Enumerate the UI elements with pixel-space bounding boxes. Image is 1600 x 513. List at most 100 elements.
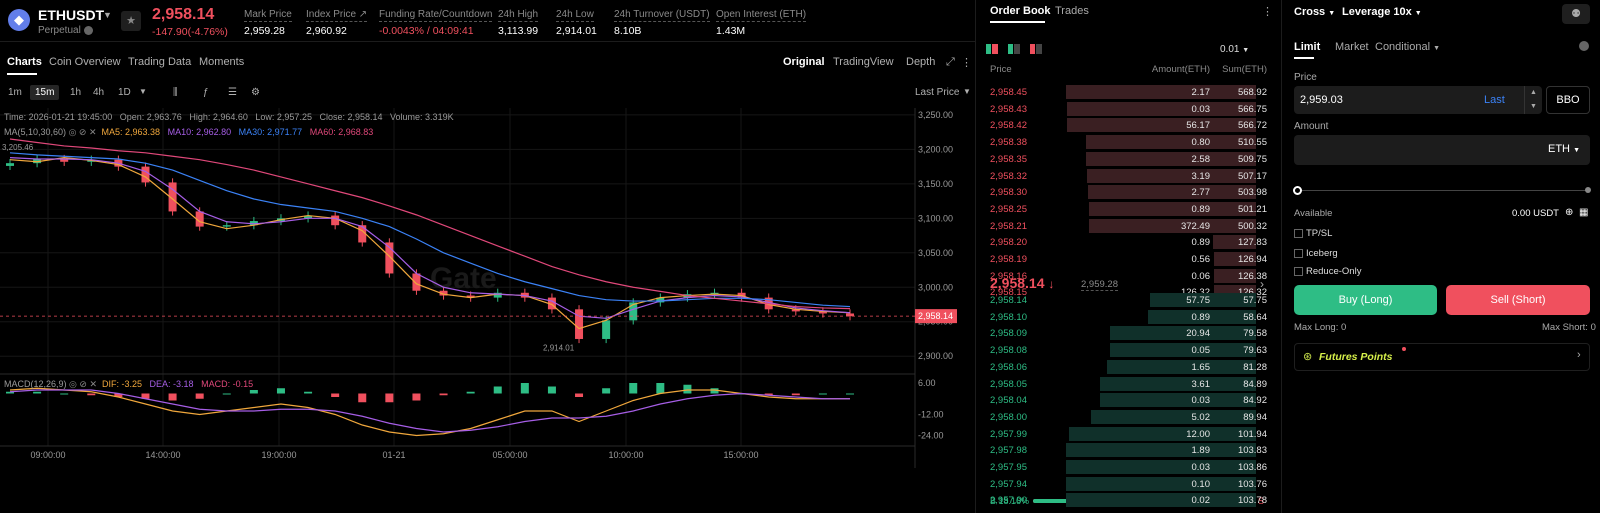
macd-histogram-bar: [629, 383, 638, 394]
transfer-plus-icon[interactable]: ⊕: [1565, 207, 1573, 218]
interval-1h[interactable]: 1h: [65, 85, 86, 100]
row-amount: 0.80: [1191, 137, 1211, 149]
ma-legend: MA(5,10,30,60) ◎ ⊘ ✕ MA5: 2,963.38 MA10:…: [4, 127, 374, 137]
orderbook-row[interactable]: 2,958.16 0.06 126.38: [990, 268, 1267, 284]
interval-1m[interactable]: 1m: [3, 85, 27, 100]
orderbook-row[interactable]: 2,957.90 0.02 103.78: [990, 492, 1267, 508]
precision-select[interactable]: 0.01 ▼: [1220, 44, 1249, 55]
tab-original[interactable]: Original: [783, 56, 825, 68]
orderbook-row[interactable]: 2,958.43 0.03 566.75: [990, 101, 1267, 117]
orderbook-row[interactable]: 2,958.30 2.77 503.98: [990, 184, 1267, 200]
row-amount: 1.89: [1191, 445, 1211, 457]
orderbook-row[interactable]: 2,958.38 0.80 510.55: [990, 134, 1267, 150]
futures-points-banner[interactable]: ⊛ Futures Points ›: [1294, 343, 1590, 371]
expand-icon[interactable]: ⤢: [946, 56, 955, 69]
orderbook-row[interactable]: 2,958.04 0.03 84.92: [990, 392, 1267, 408]
sell-short-button[interactable]: Sell (Short): [1446, 285, 1590, 315]
orderbook-row[interactable]: 2,958.25 0.89 501.21: [990, 201, 1267, 217]
orderbook-row[interactable]: 2,958.06 1.65 81.28: [990, 359, 1267, 375]
more-icon[interactable]: ⋮: [961, 56, 972, 69]
slider-end-dot[interactable]: [1585, 187, 1591, 193]
price-input[interactable]: 2,959.03 Last ▲ ▼: [1294, 86, 1542, 114]
orderbook-row[interactable]: 2,958.35 2.58 509.75: [990, 151, 1267, 167]
macd-legend: MACD(12,26,9) ◎ ⊘ ✕ DIF: -3.25 DEA: -3.1…: [4, 379, 254, 389]
orderbook-row[interactable]: 2,958.05 3.61 84.89: [990, 376, 1267, 392]
orderbook-row[interactable]: 2,958.08 0.05 79.63: [990, 342, 1267, 358]
slider-handle[interactable]: [1293, 186, 1302, 195]
tab-coin-overview[interactable]: Coin Overview: [49, 56, 121, 68]
orderbook-row[interactable]: 2,958.42 56.17 566.72: [990, 117, 1267, 133]
tab-depth[interactable]: Depth: [906, 56, 935, 68]
tab-trading-data[interactable]: Trading Data: [128, 56, 191, 68]
orderbook-row[interactable]: 2,957.95 0.03 103.86: [990, 459, 1267, 475]
amount-input[interactable]: ETH ▼: [1294, 135, 1590, 165]
orderbook-row[interactable]: 2,958.21 372.49 500.32: [990, 218, 1267, 234]
last-price-select[interactable]: Last Price: [910, 85, 964, 100]
calculator-icon[interactable]: ▦: [1579, 207, 1588, 218]
stat-2[interactable]: Funding Rate/Countdown -0.0043% / 04:09:4…: [379, 8, 493, 37]
settings-icon[interactable]: ⚙: [246, 85, 265, 100]
interval-dropdown-icon[interactable]: ▼: [134, 85, 152, 98]
orderbook-row[interactable]: 2,958.45 2.17 568.92: [990, 84, 1267, 100]
iceberg-checkbox[interactable]: Iceberg: [1294, 248, 1338, 259]
orderbook-row[interactable]: 2,958.09 20.94 79.58: [990, 325, 1267, 341]
reduce-only-checkbox[interactable]: Reduce-Only: [1294, 266, 1361, 277]
price-type-dropdown-icon[interactable]: ▼: [958, 85, 976, 98]
tab-tradingview[interactable]: TradingView: [833, 56, 894, 68]
margin-mode-select[interactable]: Cross ▼: [1294, 6, 1335, 18]
amount-unit-select[interactable]: ETH ▼: [1548, 143, 1580, 155]
order-type-limit[interactable]: Limit: [1294, 41, 1320, 53]
price-label: Price: [1294, 72, 1317, 83]
favorite-star-icon[interactable]: ★: [121, 11, 141, 31]
amount-slider[interactable]: [1297, 190, 1590, 191]
tab-trades[interactable]: Trades: [1055, 5, 1089, 17]
asks-view-icon[interactable]: [1030, 44, 1042, 54]
tab-charts[interactable]: Charts: [7, 56, 42, 68]
buy-long-button[interactable]: Buy (Long): [1294, 285, 1437, 315]
orderbook-row[interactable]: 2,958.20 0.89 127.83: [990, 234, 1267, 250]
order-type-conditional[interactable]: Conditional ▼: [1375, 41, 1440, 53]
candlestick-chart[interactable]: 3,250.00 3,200.00 3,150.00 3,100.00 3,050.00…: [0, 108, 975, 508]
symbol-title[interactable]: ETHUSDT: [38, 7, 104, 23]
interval-4h[interactable]: 4h: [88, 85, 109, 100]
bbo-button[interactable]: BBO: [1546, 86, 1590, 114]
row-price: 2,957.90: [990, 495, 1027, 507]
price-up-icon[interactable]: ▲: [1524, 86, 1542, 100]
stat-label: Mark Price: [244, 9, 292, 22]
tab-order-book[interactable]: Order Book: [990, 5, 1051, 17]
stat-value: 2,959.28: [244, 25, 285, 37]
indicator-icon[interactable]: ƒ: [198, 85, 214, 100]
orderbook-row[interactable]: 2,957.94 0.10 103.76: [990, 476, 1267, 492]
orderbook-row[interactable]: 2,958.32 3.19 507.17: [990, 168, 1267, 184]
robot-icon[interactable]: ⚉: [1562, 4, 1590, 24]
interval-1d[interactable]: 1D: [113, 85, 136, 100]
price-down-icon[interactable]: ▼: [1524, 100, 1542, 114]
info-icon[interactable]: [83, 25, 93, 35]
orderbook-row[interactable]: 2,957.99 12.00 101.94: [990, 426, 1267, 442]
symbol-dropdown-icon[interactable]: ▼: [103, 10, 112, 20]
stat-1[interactable]: Index Price ↗ 2,960.92: [306, 8, 368, 37]
orderbook-row[interactable]: 2,958.14 57.75 57.75: [990, 292, 1267, 308]
candle-type-icon[interactable]: ⫼: [168, 85, 183, 100]
last-price-button[interactable]: Last: [1484, 94, 1505, 106]
orderbook-row[interactable]: 2,958.00 5.02 89.94: [990, 409, 1267, 425]
y-tick-label: 2,900.00: [918, 351, 953, 361]
order-type-market[interactable]: Market: [1335, 41, 1369, 53]
row-sum: 84.89: [1243, 378, 1267, 390]
stat-value: 2,960.92: [306, 25, 347, 37]
chart-canvas[interactable]: 3,250.00 3,200.00 3,150.00 3,100.00 3,050.00…: [0, 108, 975, 508]
orderbook-row[interactable]: 2,958.19 0.56 126.94: [990, 251, 1267, 267]
drawing-icon[interactable]: ☰: [223, 85, 242, 100]
orderbook-more-icon[interactable]: ⋮: [1262, 5, 1273, 18]
tab-moments[interactable]: Moments: [199, 56, 244, 68]
banner-chevron-icon: ›: [1577, 349, 1581, 361]
leverage-select[interactable]: Leverage 10x ▼: [1342, 6, 1422, 18]
bids-view-icon[interactable]: [1008, 44, 1020, 54]
interval-15m[interactable]: 15m: [30, 85, 60, 100]
order-type-info-icon[interactable]: [1579, 41, 1589, 51]
tpsl-checkbox[interactable]: TP/SL: [1294, 228, 1332, 239]
orderbook-row[interactable]: 2,957.98 1.89 103.83: [990, 442, 1267, 458]
orderbook-row[interactable]: 2,958.10 0.89 58.64: [990, 309, 1267, 325]
orderbook-tab-underline: [990, 21, 1045, 23]
both-sides-view-icon[interactable]: [986, 44, 998, 54]
